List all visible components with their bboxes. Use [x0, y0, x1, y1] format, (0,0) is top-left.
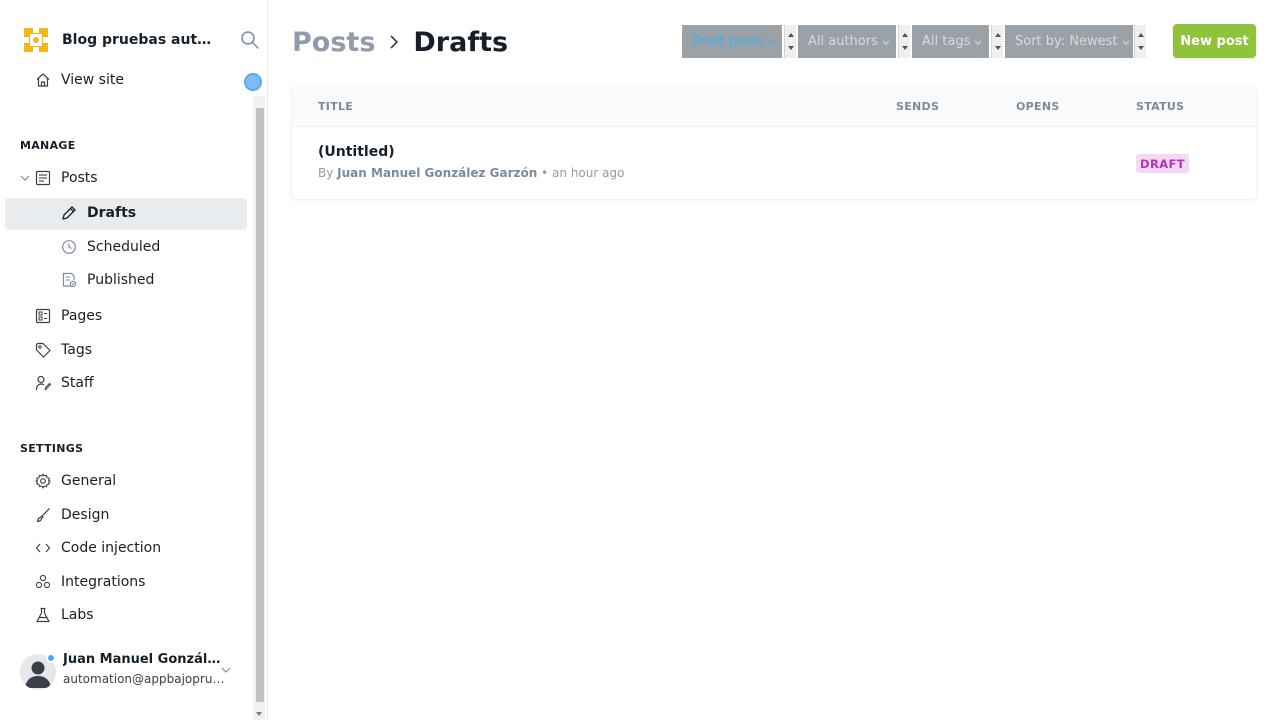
nav-view-site[interactable]: View site [34, 66, 124, 94]
posts-icon [34, 169, 52, 187]
page-title: Drafts [413, 26, 509, 58]
sidebar-item-scheduled-label: Scheduled [87, 239, 161, 255]
status-dot [46, 653, 56, 663]
chevron-down-icon [1122, 40, 1129, 45]
tag-filter-select[interactable]: All tags [912, 25, 989, 58]
author-filter-label: All authors [808, 34, 878, 49]
chevron-right-icon [390, 35, 399, 49]
sidebar-item-general[interactable]: General [34, 467, 116, 495]
site-title: Blog pruebas automatizadas [62, 32, 218, 48]
sidebar-item-scheduled[interactable]: Scheduled [60, 233, 160, 261]
sidebar-item-tags[interactable]: Tags [34, 336, 92, 364]
brush-icon [34, 506, 52, 524]
site-logo-icon [20, 24, 52, 56]
arrow-up-icon [902, 33, 908, 37]
integrations-icon [34, 573, 52, 591]
manage-section-title: MANAGE [20, 139, 76, 152]
column-status: STATUS [1136, 100, 1185, 113]
arrow-down-icon [1138, 46, 1144, 50]
sidebar-scrollbar[interactable] [253, 96, 265, 720]
flask-icon [34, 606, 52, 624]
post-by: By [318, 166, 334, 180]
tag-filter-label: All tags [922, 34, 971, 49]
arrow-up-icon [995, 33, 1001, 37]
chevron-down-icon [768, 40, 776, 45]
type-filter-label: Draft posts [692, 34, 764, 49]
post-author: Juan Manuel González Garzón [337, 166, 538, 180]
tag-icon [34, 341, 52, 359]
chevron-down-icon [974, 40, 982, 45]
author-filter-spinner[interactable] [898, 25, 910, 58]
sidebar-item-published[interactable]: Published [60, 266, 154, 294]
arrow-up-icon [788, 33, 794, 37]
sort-filter-label: Sort by: Newest [1015, 34, 1118, 49]
sidebar-item-integrations-label: Integrations [61, 574, 146, 590]
table-row[interactable]: (Untitled) By Juan Manuel González Garzó… [292, 128, 1256, 199]
breadcrumb-parent[interactable]: Posts [292, 27, 375, 58]
user-name: Juan Manuel González Garzón [63, 652, 225, 667]
sidebar-item-code-injection[interactable]: Code injection [34, 534, 161, 562]
chevron-down-icon[interactable] [220, 664, 232, 676]
sidebar-item-design-label: Design [61, 507, 110, 523]
post-time: • an hour ago [541, 166, 625, 180]
settings-section-title: SETTINGS [20, 442, 84, 455]
nav-view-site-label: View site [61, 72, 124, 88]
sidebar-item-posts-label: Posts [61, 170, 98, 186]
sidebar-item-pages-label: Pages [61, 308, 103, 324]
pages-icon [34, 307, 52, 325]
notification-dot[interactable] [244, 73, 262, 91]
sidebar-item-labs-label: Labs [61, 607, 94, 623]
staff-icon [34, 374, 52, 392]
arrow-down-icon [788, 46, 794, 50]
arrow-up-icon [1138, 33, 1144, 37]
sidebar-item-published-label: Published [87, 272, 155, 288]
scrollbar-thumb[interactable] [256, 108, 264, 702]
type-filter-spinner[interactable] [784, 25, 796, 58]
chevron-down-icon [882, 40, 890, 45]
sidebar-item-pages[interactable]: Pages [34, 302, 102, 330]
pencil-icon [60, 204, 78, 222]
user-email: automation@appbajopruebas.com [63, 672, 225, 686]
sidebar-item-labs[interactable]: Labs [34, 601, 94, 629]
tag-filter-spinner[interactable] [991, 25, 1003, 58]
sidebar-item-drafts-label: Drafts [87, 205, 137, 221]
author-filter-select[interactable]: All authors [798, 25, 896, 58]
published-icon [60, 271, 78, 289]
sidebar-item-integrations[interactable]: Integrations [34, 568, 145, 596]
type-filter-select[interactable]: Draft posts [682, 25, 782, 58]
post-meta: By Juan Manuel González Garzón • an hour… [318, 166, 624, 180]
gear-icon [34, 472, 52, 490]
breadcrumb: Posts Drafts [292, 22, 508, 62]
sidebar-item-design[interactable]: Design [34, 501, 109, 529]
clock-icon [60, 238, 78, 256]
status-badge: DRAFT [1136, 154, 1190, 173]
scroll-down-arrow-icon[interactable] [255, 710, 263, 718]
sidebar-item-posts[interactable]: Posts [34, 164, 98, 192]
sidebar: Blog pruebas automatizadas View site MAN… [0, 0, 268, 720]
sidebar-item-drafts[interactable]: Drafts [60, 199, 136, 227]
sort-filter-spinner[interactable] [1134, 25, 1146, 58]
sidebar-item-general-label: General [61, 473, 117, 489]
chevron-down-icon[interactable] [19, 172, 31, 184]
column-title: TITLE [318, 100, 354, 113]
arrow-down-icon [995, 46, 1001, 50]
sidebar-item-tags-label: Tags [61, 342, 92, 358]
sidebar-item-staff-label: Staff [61, 375, 94, 391]
site-brand[interactable]: Blog pruebas automatizadas [20, 24, 260, 56]
search-icon[interactable] [240, 30, 260, 50]
table-header: TITLE SENDS OPENS STATUS [292, 87, 1256, 127]
sidebar-item-code-injection-label: Code injection [61, 540, 162, 556]
user-menu[interactable]: Juan Manuel González Garzón automation@a… [20, 650, 240, 690]
home-icon [34, 71, 52, 89]
arrow-down-icon [902, 46, 908, 50]
posts-table: TITLE SENDS OPENS STATUS (Untitled) By J… [292, 87, 1256, 199]
column-sends: SENDS [896, 100, 940, 113]
sort-filter-select[interactable]: Sort by: Newest [1005, 25, 1133, 58]
post-title[interactable]: (Untitled) [318, 144, 395, 160]
code-icon [34, 539, 52, 557]
new-post-button[interactable]: New post [1173, 24, 1256, 58]
column-opens: OPENS [1016, 100, 1060, 113]
sidebar-item-staff[interactable]: Staff [34, 369, 94, 397]
